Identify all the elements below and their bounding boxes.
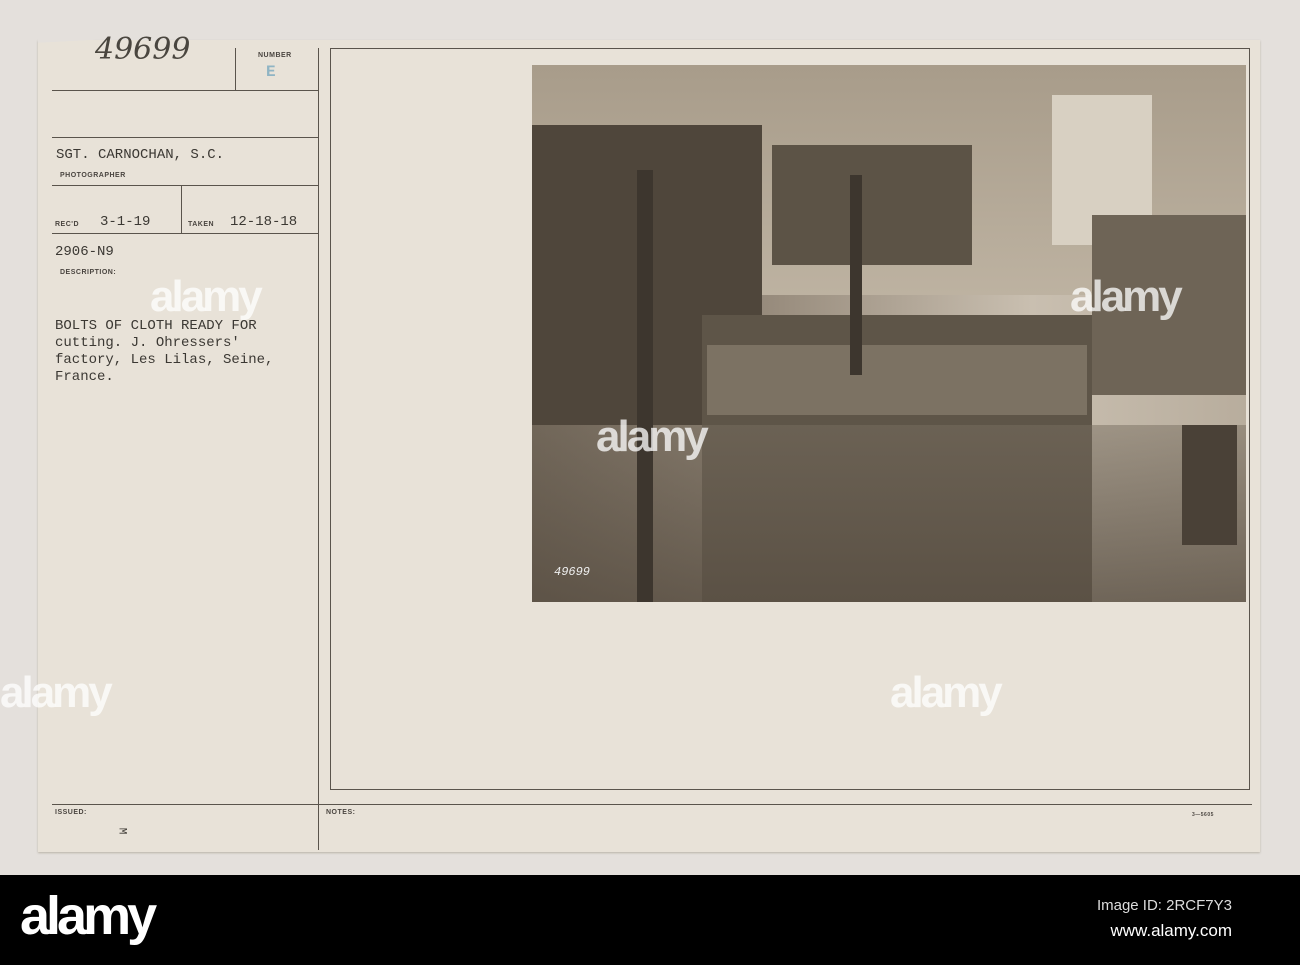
rule [52, 185, 318, 186]
photographer-name: SGT. CARNOCHAN, S.C. [56, 147, 225, 163]
watermark: alamy [0, 668, 113, 717]
photographer-label: PHOTOGRAPHER [60, 172, 126, 179]
watermark: alamy [596, 412, 709, 461]
taken-date: 12-18-18 [230, 214, 298, 230]
rule [52, 90, 318, 91]
date-divider [181, 186, 182, 233]
watermark: alamy [1070, 272, 1183, 321]
form-code: 3—5605 [1192, 812, 1214, 818]
watermark: alamy [150, 272, 263, 321]
issued-mark: M [115, 827, 128, 835]
received-label: REC'D [55, 221, 79, 228]
photo-number: 49699 [554, 565, 591, 579]
alamy-logo: alamy [20, 886, 157, 946]
number-label: NUMBER [258, 52, 292, 59]
description-label: DESCRIPTION: [60, 269, 117, 276]
factory-photograph: 49699 [532, 65, 1246, 602]
image-id: Image ID: 2RCF7Y3 [1096, 897, 1232, 914]
number-divider [235, 48, 236, 90]
received-date: 3-1-19 [100, 214, 151, 230]
bottom-rule [52, 804, 1252, 805]
file-code: 2906-N9 [55, 244, 114, 260]
description-line: cutting. J. Ohressers' [55, 335, 240, 351]
site-url[interactable]: www.alamy.com [1110, 921, 1232, 941]
number-stamp: E [266, 63, 276, 81]
handwritten-number: 49699 [95, 32, 191, 67]
column-divider [318, 48, 319, 805]
rule [52, 233, 318, 234]
watermark-footer: alamy Image ID: 2RCF7Y3 www.alamy.com [0, 875, 1300, 965]
description-text: BOLTS OF CLOTH READY FOR cutting. J. Ohr… [55, 318, 273, 386]
notes-label: NOTES: [326, 809, 356, 816]
rule [52, 137, 318, 138]
description-line: France. [55, 369, 114, 385]
watermark: alamy [890, 668, 1003, 717]
description-line: factory, Les Lilas, Seine, [55, 352, 274, 368]
taken-label: TAKEN [188, 221, 215, 228]
notes-divider [318, 805, 319, 850]
issued-label: ISSUED: [55, 809, 87, 816]
